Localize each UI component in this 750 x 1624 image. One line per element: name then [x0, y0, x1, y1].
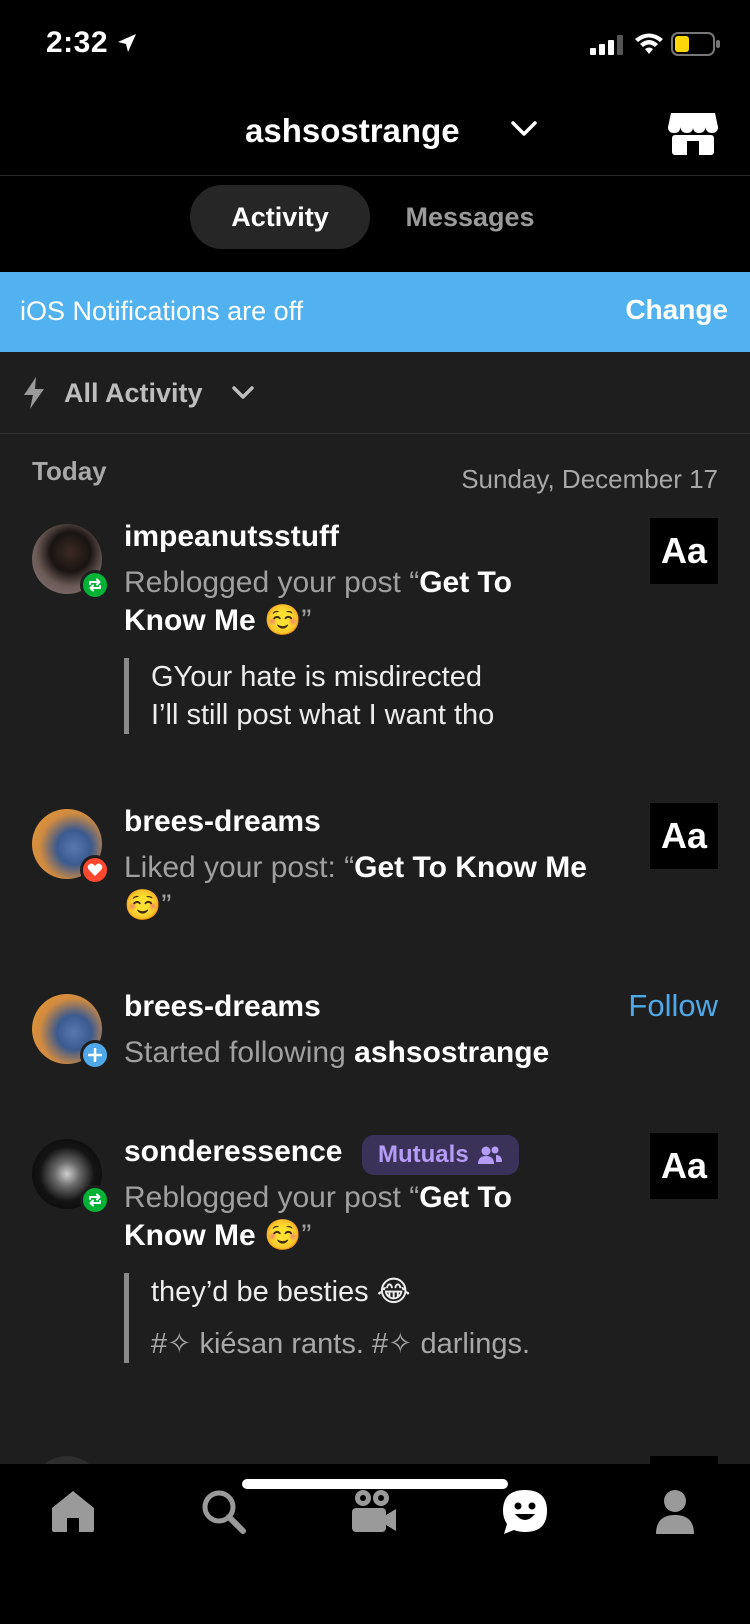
plus-icon: [80, 1040, 110, 1070]
heart-icon: [80, 855, 110, 885]
action-prefix: Reblogged your post “: [124, 566, 420, 599]
follow-target[interactable]: ashsostrange: [354, 1036, 549, 1069]
username[interactable]: impeanutsstuff: [124, 520, 339, 554]
profile-icon[interactable]: [652, 1488, 698, 1534]
activity-description: Started following ashsostrange: [124, 1034, 684, 1072]
username[interactable]: brees-dreams: [124, 805, 321, 839]
activity-feed[interactable]: All Activity Today Sunday, December 17 i…: [0, 352, 750, 1464]
quote-text: I’ll still post what I want tho: [151, 699, 495, 731]
activity-item[interactable]: impeanutsstuff Reblogged your post “Get …: [0, 512, 750, 752]
mutuals-badge: Mutuals: [362, 1135, 519, 1175]
chevron-down-icon[interactable]: [510, 120, 538, 138]
avatar[interactable]: [32, 1456, 102, 1464]
battery-icon: [671, 32, 720, 56]
reblog-quote: GYour hate is misdirected I’ll still pos…: [124, 658, 494, 734]
activity-description: Reblogged your post “Get To Know Me ☺️”: [124, 564, 554, 640]
action-prefix: Liked your post: “: [124, 851, 355, 884]
bolt-icon: [24, 377, 44, 409]
follow-button[interactable]: Follow: [628, 988, 718, 1024]
post-title[interactable]: Get To Know Me: [354, 851, 587, 884]
reblog-icon: [80, 570, 110, 600]
tab-messages[interactable]: Messages: [385, 185, 555, 249]
header: ashsostrange: [0, 90, 750, 176]
post-emoji: ☺️: [124, 889, 162, 922]
store-icon[interactable]: [667, 111, 719, 157]
chevron-down-icon: [232, 386, 254, 399]
home-icon[interactable]: [50, 1488, 96, 1534]
reblog-icon: [80, 1185, 110, 1215]
blog-title[interactable]: ashsostrange: [245, 112, 460, 150]
status-bar: 2:32: [0, 0, 750, 90]
post-thumbnail[interactable]: Aa: [650, 518, 718, 584]
action-prefix: Reblogged your post “: [124, 1181, 420, 1214]
location-arrow-icon: [118, 34, 136, 52]
action-suffix: ”: [301, 604, 312, 637]
activity-description: Liked your post: “Get To Know Me ☺️”: [124, 849, 614, 925]
home-indicator[interactable]: [242, 1479, 508, 1489]
cellular-signal-icon: [590, 35, 623, 55]
activity-item[interactable]: brees-dreams Started following ashsostra…: [0, 982, 750, 1102]
reblog-quote: they’d be besties 😂 #✧ kiésan rants. #✧ …: [124, 1273, 530, 1363]
username[interactable]: brees-dreams: [124, 990, 321, 1024]
activity-item[interactable]: sonderessence Mutuals Reblogged your pos…: [0, 1127, 750, 1387]
action-suffix: ”: [301, 1219, 312, 1252]
change-button[interactable]: Change: [625, 294, 728, 326]
action-prefix: Started following: [124, 1036, 355, 1069]
post-thumbnail[interactable]: Aa: [650, 1133, 718, 1199]
video-icon[interactable]: [350, 1488, 398, 1536]
wifi-icon: [635, 33, 663, 54]
mutuals-label: Mutuals: [378, 1141, 469, 1168]
section-date: Sunday, December 17: [461, 464, 718, 494]
tab-activity[interactable]: Activity: [190, 185, 370, 249]
status-time: 2:32: [46, 26, 109, 59]
username[interactable]: sonderessence: [124, 1135, 342, 1169]
activity-item[interactable]: [0, 1456, 750, 1464]
banner-text: iOS Notifications are off: [20, 296, 304, 326]
quote-text: they’d be besties 😂: [151, 1276, 411, 1308]
filter-label: All Activity: [64, 378, 203, 408]
quote-tags[interactable]: #✧ kiésan rants. #✧ darlings.: [151, 1325, 530, 1363]
activity-icon[interactable]: [501, 1488, 549, 1536]
activity-filter[interactable]: All Activity: [0, 352, 750, 434]
activity-item[interactable]: brees-dreams Liked your post: “Get To Kn…: [0, 797, 750, 947]
people-icon: [477, 1146, 502, 1164]
quote-text: GYour hate is misdirected: [151, 661, 482, 693]
search-icon[interactable]: [200, 1488, 246, 1534]
post-thumbnail[interactable]: [650, 1456, 718, 1464]
action-suffix: ”: [161, 889, 172, 922]
activity-tabs: Activity Messages: [0, 177, 750, 272]
section-heading: Today: [32, 456, 107, 486]
post-thumbnail[interactable]: Aa: [650, 803, 718, 869]
activity-description: Reblogged your post “Get To Know Me ☺️”: [124, 1179, 554, 1255]
notifications-banner: iOS Notifications are off Change: [0, 272, 750, 352]
